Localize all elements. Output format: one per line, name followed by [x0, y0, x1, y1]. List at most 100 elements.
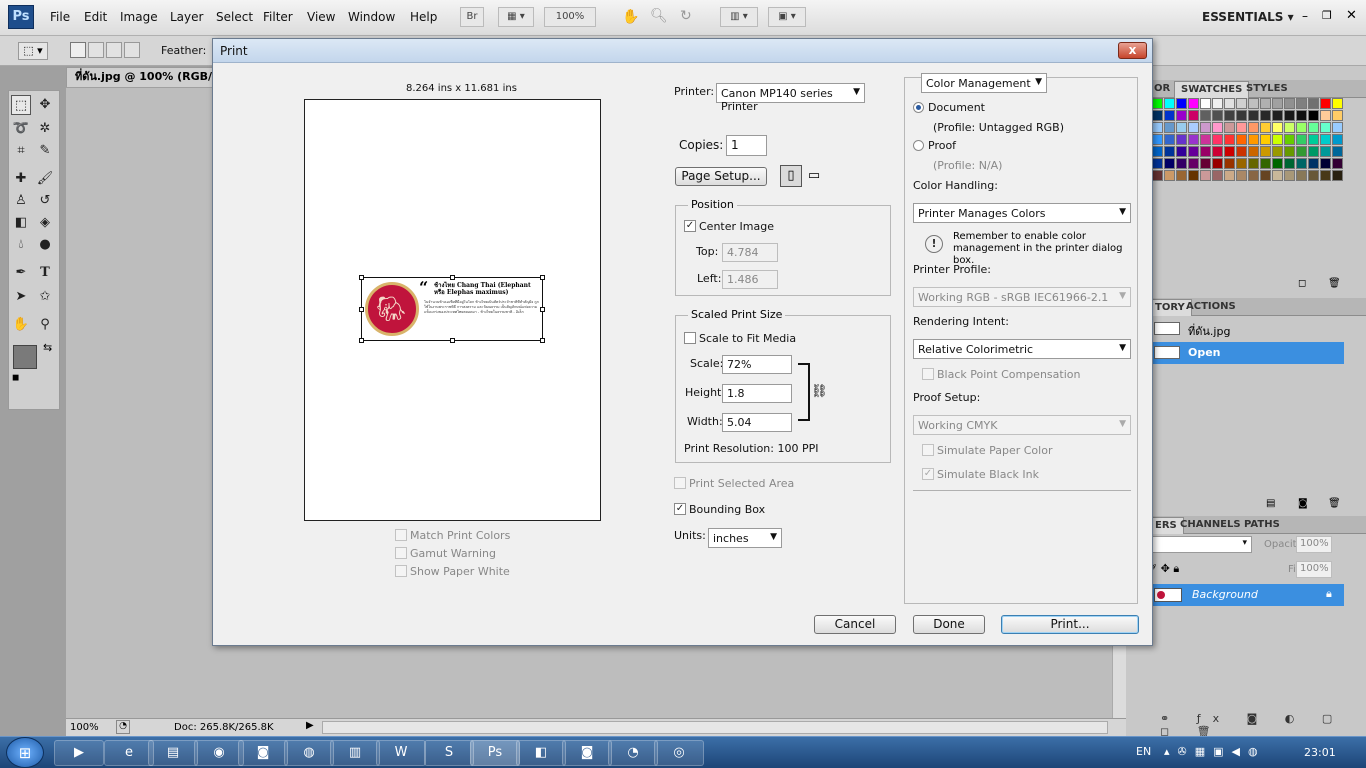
menu-help[interactable]: Help [410, 10, 437, 24]
swatch-cell[interactable] [1332, 146, 1343, 157]
swatch-cell[interactable] [1308, 98, 1319, 109]
app-icon-1[interactable]: ◙ [238, 740, 288, 766]
bounding-box-checkbox[interactable]: ✓ [674, 503, 686, 515]
swatch-cell[interactable] [1224, 122, 1235, 133]
swatch-cell[interactable] [1332, 122, 1343, 133]
word-icon[interactable]: W [376, 740, 426, 766]
swatch-cell[interactable] [1176, 98, 1187, 109]
swatch-cell[interactable] [1308, 170, 1319, 181]
swatch-cell[interactable] [1224, 158, 1235, 169]
explorer-folder-icon[interactable]: ▤ [148, 740, 198, 766]
swatch-cell[interactable] [1236, 110, 1247, 121]
status-menu-icon[interactable]: ◔ [116, 720, 130, 734]
swatch-cell[interactable] [1272, 158, 1283, 169]
swatch-cell[interactable] [1296, 146, 1307, 157]
swatch-cell[interactable] [1296, 158, 1307, 169]
swatches-grid[interactable] [1152, 98, 1362, 188]
swatch-cell[interactable] [1248, 98, 1259, 109]
swatch-cell[interactable] [1188, 146, 1199, 157]
swatch-cell[interactable] [1296, 98, 1307, 109]
swatch-cell[interactable] [1200, 134, 1211, 145]
language-indicator[interactable]: EN [1136, 745, 1151, 758]
menu-window[interactable]: Window [348, 10, 395, 24]
swatch-cell[interactable] [1188, 158, 1199, 169]
swatch-cell[interactable] [1320, 122, 1331, 133]
swatch-cell[interactable] [1272, 134, 1283, 145]
swatch-cell[interactable] [1272, 98, 1283, 109]
add-selection-icon[interactable] [88, 42, 104, 58]
swatch-cell[interactable] [1296, 110, 1307, 121]
internet-explorer-icon[interactable]: e [104, 740, 154, 766]
subtract-selection-icon[interactable] [106, 42, 122, 58]
history-item[interactable]: Open [1150, 342, 1344, 364]
swatch-cell[interactable] [1308, 146, 1319, 157]
swatch-cell[interactable] [1320, 146, 1331, 157]
fill-field[interactable]: 100% [1296, 561, 1332, 578]
history-item[interactable]: ที่ดัน.jpg [1150, 318, 1344, 340]
eraser-tool-icon[interactable]: ◧ [11, 213, 31, 233]
horizontal-scrollbar[interactable] [322, 721, 1108, 734]
rendering-intent-select[interactable]: Relative Colorimetric ▼ [913, 339, 1131, 359]
swatch-cell[interactable] [1296, 170, 1307, 181]
status-zoom[interactable]: 100% [70, 722, 99, 733]
swatch-cell[interactable] [1284, 170, 1295, 181]
swatch-cell[interactable] [1164, 170, 1175, 181]
units-select[interactable]: inches ▼ [708, 528, 782, 548]
swatch-cell[interactable] [1176, 146, 1187, 157]
swatch-cell[interactable] [1164, 98, 1175, 109]
swatch-cell[interactable] [1212, 110, 1223, 121]
gamut-warning-checkbox[interactable] [395, 547, 407, 559]
status-arrow-icon[interactable]: ▶ [306, 720, 314, 731]
swatch-cell[interactable] [1164, 110, 1175, 121]
swatch-cell[interactable] [1284, 98, 1295, 109]
swatch-cell[interactable] [1236, 98, 1247, 109]
bbox-handle-bl[interactable] [359, 338, 364, 343]
swatch-cell[interactable] [1332, 134, 1343, 145]
swatch-cell[interactable] [1320, 98, 1331, 109]
swatch-cell[interactable] [1272, 122, 1283, 133]
dialog-close-button[interactable]: x [1118, 42, 1147, 59]
swatch-cell[interactable] [1284, 110, 1295, 121]
swatch-cell[interactable] [1212, 158, 1223, 169]
swatch-cell[interactable] [1224, 170, 1235, 181]
cancel-button[interactable]: Cancel [814, 615, 896, 634]
swatch-cell[interactable] [1320, 110, 1331, 121]
delete-state-icon[interactable]: 🗑︎ [1328, 498, 1341, 509]
swatch-cell[interactable] [1308, 122, 1319, 133]
workspace-switcher[interactable]: ESSENTIALS ▾ [1202, 10, 1294, 24]
swatch-cell[interactable] [1332, 110, 1343, 121]
photoshop-taskbar-icon[interactable]: Ps [470, 740, 520, 766]
rectangular-marquee-tool-icon[interactable]: ⬚ [11, 95, 31, 115]
paint-bucket-tool-icon[interactable]: ◈ [35, 213, 55, 233]
swatch-cell[interactable] [1248, 110, 1259, 121]
color-management-select[interactable]: Color Management ▼ [921, 73, 1047, 93]
width-field[interactable]: 5.04 [722, 413, 792, 432]
swatch-cell[interactable] [1188, 122, 1199, 133]
simulate-black-ink-checkbox[interactable]: ✓ [922, 468, 934, 480]
swatch-cell[interactable] [1200, 98, 1211, 109]
bbox-handle-br[interactable] [540, 338, 545, 343]
swatch-cell[interactable] [1176, 170, 1187, 181]
app-icon-6[interactable]: ◎ [654, 740, 704, 766]
swatch-cell[interactable] [1152, 98, 1163, 109]
photoshop-logo[interactable]: Ps [8, 5, 34, 29]
bbox-handle-bm[interactable] [450, 338, 455, 343]
clone-stamp-tool-icon[interactable]: ♙ [11, 191, 31, 211]
history-brush-tool-icon[interactable]: ↺ [35, 191, 55, 211]
swatch-cell[interactable] [1272, 146, 1283, 157]
menu-select[interactable]: Select [216, 10, 253, 24]
swatch-cell[interactable] [1260, 98, 1271, 109]
swatch-cell[interactable] [1320, 170, 1331, 181]
close-app-icon[interactable]: ✕ [1346, 8, 1357, 23]
swatch-cell[interactable] [1176, 158, 1187, 169]
layers-footer-icons[interactable]: ⚭ ƒx ◙ ◐ ▢ ◻ 🗑︎ [1160, 712, 1366, 738]
delete-swatch-icon[interactable]: 🗑︎ [1328, 278, 1341, 289]
zoom-tool-icon[interactable]: ⚲ [35, 315, 55, 335]
swatch-cell[interactable] [1248, 158, 1259, 169]
swatch-cell[interactable] [1248, 122, 1259, 133]
swatch-cell[interactable] [1212, 134, 1223, 145]
swatch-cell[interactable] [1200, 122, 1211, 133]
print-selected-area-checkbox[interactable] [674, 477, 686, 489]
hand-icon[interactable]: ✋ [622, 9, 639, 25]
chrome-icon[interactable]: ◉ [194, 740, 244, 766]
